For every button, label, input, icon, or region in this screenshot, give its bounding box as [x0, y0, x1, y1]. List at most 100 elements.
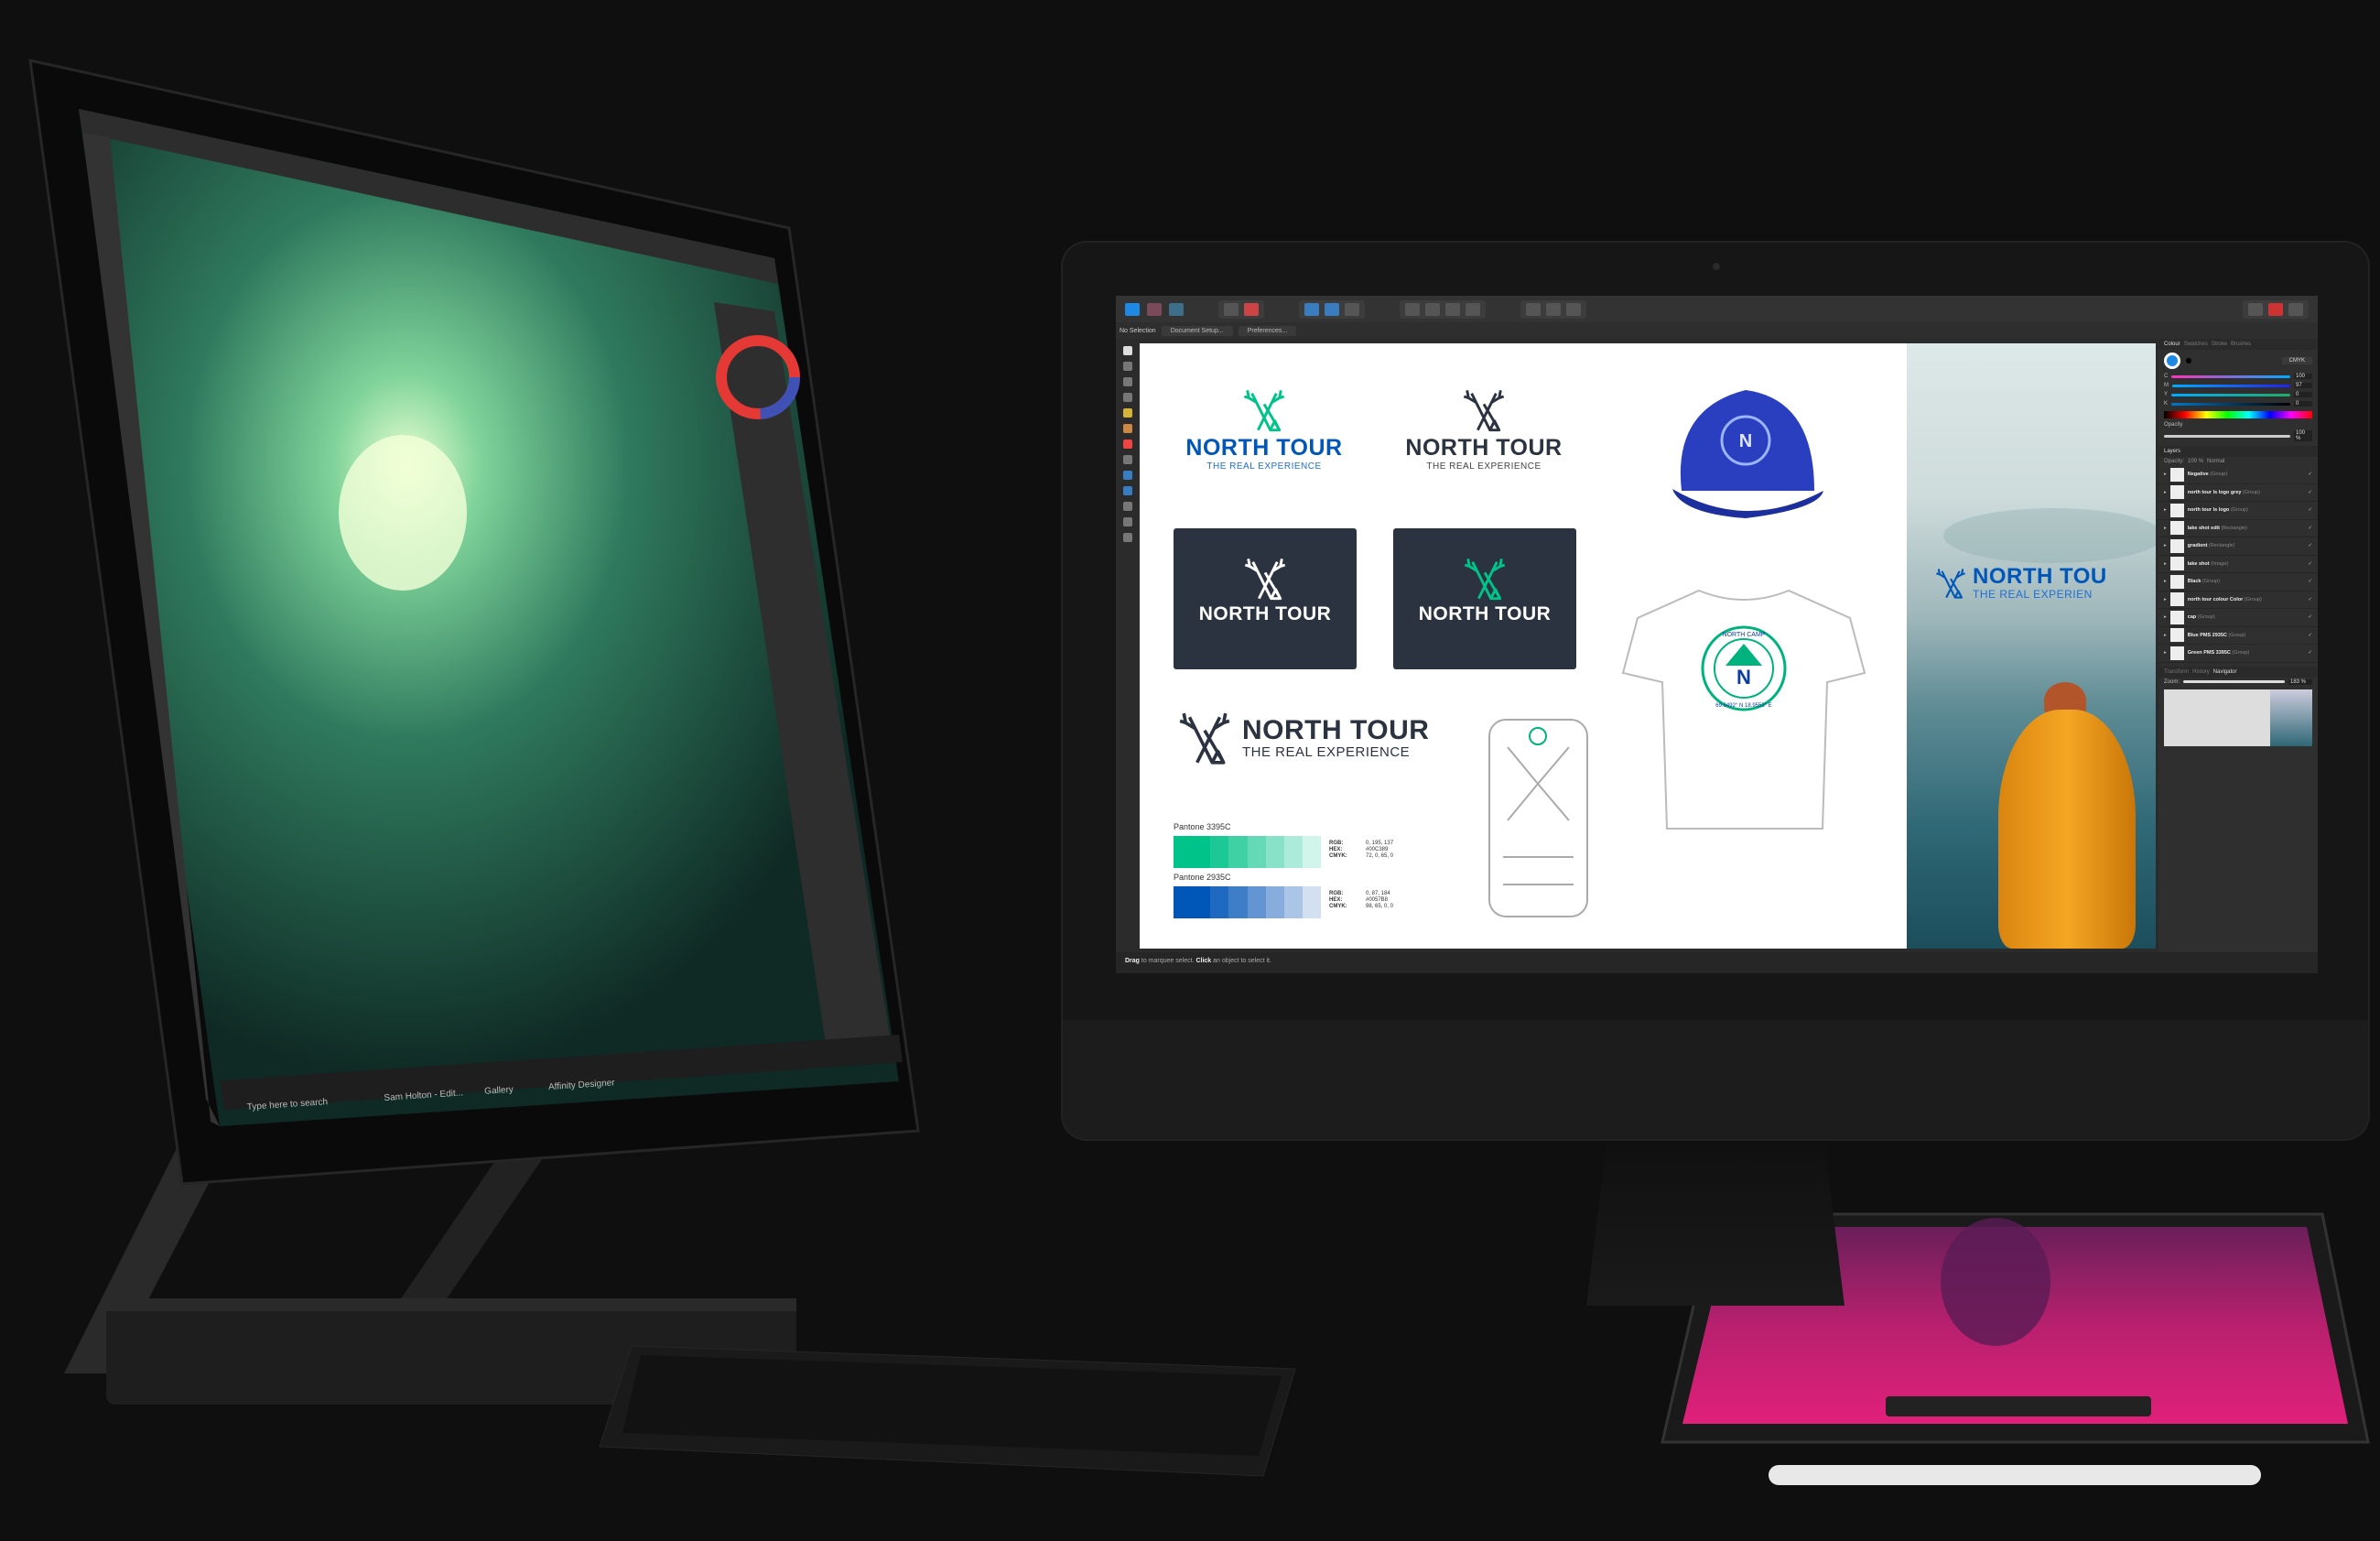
visibility-checkbox[interactable]: ✓ [2308, 543, 2312, 548]
layer-opacity-value[interactable]: 100 % [2188, 459, 2203, 464]
arrange-icon[interactable] [1445, 302, 1460, 316]
transparency-tool-icon[interactable] [1122, 440, 1132, 449]
expand-arrow-icon[interactable]: ▸ [2164, 614, 2167, 620]
tab-colour[interactable]: Colour [2164, 342, 2180, 347]
layer-row[interactable]: ▸ Negative (Group) ✓ [2158, 466, 2318, 484]
expand-arrow-icon[interactable]: ▸ [2164, 597, 2167, 602]
visibility-checkbox[interactable]: ✓ [2308, 633, 2312, 638]
slider-m[interactable]: M 97 [2158, 381, 2318, 390]
document-canvas[interactable]: NORTH TOUR THE REAL EXPERIENCE NORTH TOU… [1140, 343, 1907, 949]
boolean-icon[interactable] [1566, 302, 1581, 316]
visibility-checkbox[interactable]: ✓ [2308, 597, 2312, 602]
visibility-checkbox[interactable]: ✓ [2308, 614, 2312, 620]
layer-row[interactable]: ▸ Green PMS 3395C (Group) ✓ [2158, 645, 2318, 663]
logo-horizontal[interactable]: NORTH TOUR THE REAL EXPERIENCE [1176, 710, 1429, 766]
blend-mode-select[interactable]: Normal [2207, 459, 2224, 464]
visibility-checkbox[interactable]: ✓ [2308, 472, 2312, 477]
layer-row[interactable]: ▸ north tour ls logo (Group) ✓ [2158, 502, 2318, 520]
layer-row[interactable]: ▸ north tour ls logo grey (Group) ✓ [2158, 484, 2318, 502]
layer-row[interactable]: ▸ lake shot (Image) ✓ [2158, 556, 2318, 573]
hand-tool-icon[interactable] [1122, 517, 1132, 526]
expand-arrow-icon[interactable]: ▸ [2164, 579, 2167, 584]
colour-model-select[interactable]: CMYK [2281, 357, 2312, 364]
layer-row[interactable]: ▸ north tour colour Color (Group) ✓ [2158, 591, 2318, 609]
crop-tool-icon[interactable] [1122, 455, 1132, 464]
arrange-icon[interactable] [1466, 302, 1480, 316]
fill-colour-well[interactable] [2164, 353, 2180, 369]
transform-icon[interactable] [1304, 302, 1319, 316]
brush-tool-icon[interactable] [1122, 408, 1132, 418]
zoom-tool-icon[interactable] [1122, 533, 1132, 542]
slider-y[interactable]: Y0 [2158, 390, 2318, 399]
designer-persona-icon[interactable] [1125, 302, 1140, 316]
snapping-toggle-icon[interactable] [2268, 302, 2283, 316]
pantone-2935c-swatch[interactable] [1174, 886, 1321, 918]
arrange-icon[interactable] [1425, 302, 1440, 316]
backpack-mockup[interactable] [1476, 711, 1601, 926]
slider-k[interactable]: K0 [2158, 399, 2318, 408]
view-icon[interactable] [2248, 302, 2263, 316]
visibility-checkbox[interactable]: ✓ [2308, 650, 2312, 656]
slider-c[interactable]: C 100 [2158, 372, 2318, 381]
text-tool-icon[interactable] [1122, 502, 1132, 511]
layer-row[interactable]: ▸ cap (Group) ✓ [2158, 609, 2318, 627]
expand-arrow-icon[interactable]: ▸ [2164, 543, 2167, 548]
pantone-3395c-swatch[interactable] [1174, 836, 1321, 868]
ellipse-tool-icon[interactable] [1122, 486, 1132, 495]
opacity-slider[interactable]: 100 % [2158, 429, 2318, 443]
tab-stroke[interactable]: Stroke [2212, 342, 2227, 347]
layer-row[interactable]: ▸ Black (Group) ✓ [2158, 573, 2318, 591]
tab-layers[interactable]: Layers [2164, 449, 2180, 454]
visibility-checkbox[interactable]: ✓ [2308, 490, 2312, 495]
snapping-icon[interactable] [1244, 302, 1259, 316]
align-icon[interactable] [1325, 302, 1339, 316]
expand-arrow-icon[interactable]: ▸ [2164, 526, 2167, 531]
pencil-tool-icon[interactable] [1122, 393, 1132, 402]
logo-grey[interactable]: NORTH TOUR THE REAL EXPERIENCE [1392, 387, 1575, 472]
preferences-button[interactable]: Preferences... [1238, 325, 1297, 336]
visibility-checkbox[interactable]: ✓ [2308, 579, 2312, 584]
expand-arrow-icon[interactable]: ▸ [2164, 490, 2167, 495]
layer-row[interactable]: ▸ gradient (Rectangle) ✓ [2158, 537, 2318, 556]
pixel-persona-icon[interactable] [1147, 302, 1162, 316]
visibility-checkbox[interactable]: ✓ [2308, 526, 2312, 531]
arrange-icon[interactable] [1405, 302, 1420, 316]
assets-icon[interactable] [1224, 302, 1239, 316]
document-setup-button[interactable]: Document Setup... [1161, 325, 1233, 336]
taskbar-app[interactable]: Gallery [484, 1085, 514, 1097]
distribute-icon[interactable] [1345, 302, 1359, 316]
expand-arrow-icon[interactable]: ▸ [2164, 472, 2167, 477]
tab-navigator[interactable]: Navigator [2213, 669, 2237, 675]
lake-shot-artboard[interactable]: NORTH TOU THE REAL EXPERIEN [1907, 343, 2156, 949]
cap-mockup[interactable]: N [1654, 372, 1834, 539]
logo-colour[interactable]: NORTH TOUR THE REAL EXPERIENCE [1173, 387, 1356, 472]
rectangle-tool-icon[interactable] [1122, 471, 1132, 480]
layer-row[interactable]: ▸ lake shot edit (Rectangle) ✓ [2158, 520, 2318, 537]
fill-tool-icon[interactable] [1122, 424, 1132, 433]
eyedropper-icon[interactable] [2186, 358, 2191, 364]
flip-icon[interactable] [1526, 302, 1541, 316]
navigator-zoom[interactable]: Zoom: 183 % [2158, 678, 2318, 687]
zoom-icon[interactable] [2288, 302, 2303, 316]
rotate-icon[interactable] [1546, 302, 1561, 316]
logo-negative-colour-card[interactable]: NORTH TOUR [1393, 528, 1576, 669]
expand-arrow-icon[interactable]: ▸ [2164, 507, 2167, 513]
spectrum-bar[interactable] [2164, 411, 2312, 418]
visibility-checkbox[interactable]: ✓ [2308, 507, 2312, 513]
expand-arrow-icon[interactable]: ▸ [2164, 633, 2167, 638]
node-tool-icon[interactable] [1122, 362, 1132, 371]
expand-arrow-icon[interactable]: ▸ [2164, 561, 2167, 567]
layer-row[interactable]: ▸ Blue PMS 2935C (Group) ✓ [2158, 627, 2318, 645]
tab-history[interactable]: History [2192, 669, 2210, 675]
tab-swatches[interactable]: Swatches [2184, 342, 2208, 347]
move-tool-icon[interactable] [1122, 346, 1132, 355]
pen-tool-icon[interactable] [1122, 377, 1132, 386]
tab-transform[interactable]: Transform [2164, 669, 2189, 675]
export-persona-icon[interactable] [1169, 302, 1184, 316]
logo-negative-card[interactable]: NORTH TOUR [1174, 528, 1357, 669]
tab-brushes[interactable]: Brushes [2231, 342, 2251, 347]
visibility-checkbox[interactable]: ✓ [2308, 561, 2312, 567]
expand-arrow-icon[interactable]: ▸ [2164, 650, 2167, 656]
tshirt-mockup[interactable]: N NORTH CAMP 69.6492° N 18.9553° E [1621, 581, 1866, 835]
navigator-preview[interactable] [2164, 689, 2312, 746]
